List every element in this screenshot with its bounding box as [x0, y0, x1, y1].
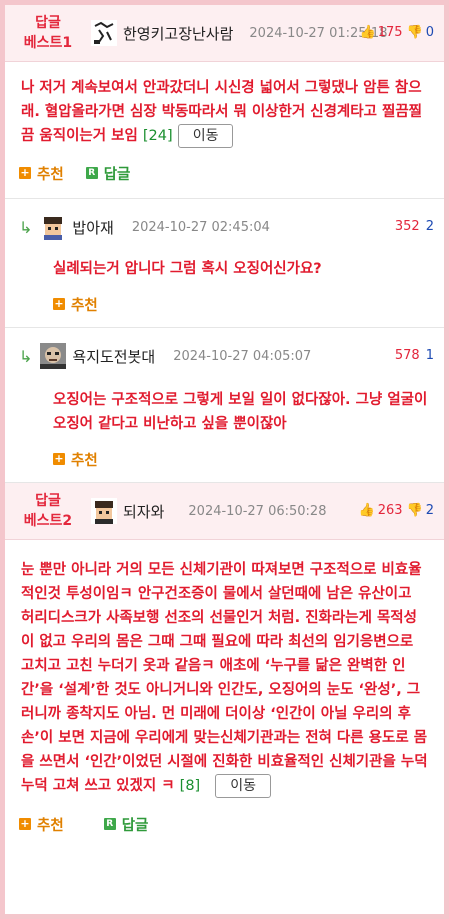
comment-body: 나 저거 계속보여서 안과갔더니 시신경 넓어서 그렇댔나 암튼 참으래. 혈압…	[5, 62, 444, 148]
recommend-button[interactable]: + 추천	[19, 814, 64, 835]
like-count: 175	[377, 25, 403, 40]
move-button[interactable]: 이동	[215, 774, 272, 798]
nickname[interactable]: 한영키고장난사람	[123, 23, 233, 44]
comments-panel: 답글 베스트1 한영키고장난사람 2024-10-27 01:25:18 👍 1…	[5, 5, 444, 914]
reply-label: 답글	[103, 166, 131, 183]
reply-header: ↳ 밥아재 2024-10-27 02:45:04 352 2	[5, 199, 444, 255]
reply-square-icon: R	[85, 167, 98, 179]
best-badge: 답글 베스트1	[5, 13, 91, 53]
dislike-count: 0	[425, 25, 434, 40]
thumbs-up-icon[interactable]: 👍	[360, 25, 376, 40]
vote-counts: 👍 175 👎 0	[360, 25, 434, 40]
best-badge-line2: 베스트2	[23, 513, 73, 529]
reply-actions: + 추천	[5, 281, 444, 327]
reply-square-icon: R	[103, 818, 116, 830]
like-count: 578	[394, 348, 420, 363]
comment-date: 2024-10-27 04:05:07	[173, 348, 312, 364]
avatar[interactable]	[91, 20, 117, 46]
comment-header: 답글 베스트1 한영키고장난사람 2024-10-27 01:25:18 👍 1…	[5, 5, 444, 62]
reply-button[interactable]: R 답글	[85, 163, 131, 184]
dislike-count: 2	[425, 219, 434, 234]
nickname[interactable]: 욕지도전봇대	[72, 346, 155, 367]
nickname[interactable]: 되자와	[123, 501, 164, 522]
comment-date: 2024-10-27 02:45:04	[131, 219, 270, 235]
reply-label: 답글	[121, 817, 149, 834]
comment-body: 눈 뿐만 아니라 거의 모든 신체기관이 따져보면 구조적으로 비효율적인것 투…	[5, 540, 444, 798]
reply-body: 오징어는 구조적으로 그렇게 보일 일이 없다잖아. 그냥 얼굴이 오징어 같다…	[53, 392, 428, 432]
reply-body: 실례되는거 압니다 그럼 혹시 오징어신가요?	[53, 261, 322, 277]
reply-header: ↳ 욕지도전봇대 2024-10-27 04:05:07 578 1	[5, 328, 444, 384]
recommend-label: 추천	[71, 297, 98, 314]
avatar[interactable]	[40, 343, 67, 369]
comment-actions: + 추천 R 답글	[5, 798, 444, 850]
vote-counts: 578 1	[393, 348, 434, 363]
plus-square-icon: +	[53, 297, 65, 310]
recommend-label: 추천	[37, 166, 64, 183]
plus-square-icon: +	[19, 166, 31, 179]
reply-count: [24]	[142, 128, 173, 144]
recommend-button[interactable]: + 추천	[53, 449, 98, 470]
best-badge: 답글 베스트2	[5, 491, 91, 531]
reply-arrow-icon: ↳	[19, 217, 33, 237]
dislike-count: 2	[425, 503, 434, 518]
thumbs-up-icon[interactable]: 👍	[359, 503, 375, 518]
reply-count: [8]	[179, 778, 201, 794]
best-badge-line1: 답글	[35, 493, 61, 509]
thumbs-down-icon[interactable]: 👎	[407, 25, 423, 40]
thumbs-down-icon[interactable]: 👎	[407, 503, 423, 518]
recommend-label: 추천	[71, 452, 98, 469]
recommend-button[interactable]: + 추천	[53, 294, 98, 315]
plus-square-icon: +	[19, 817, 31, 830]
like-count: 352	[394, 219, 420, 234]
plus-square-icon: +	[53, 452, 65, 465]
avatar[interactable]	[40, 214, 67, 240]
vote-counts: 👍 263 👎 2	[359, 503, 434, 518]
vote-counts: 352 2	[393, 219, 434, 234]
comment-header: 답글 베스트2 되자와 2024-10-27 06:50:28 👍 263 👎 …	[5, 483, 444, 540]
reply-actions: + 추천	[5, 436, 444, 482]
comment-text: 눈 뿐만 아니라 거의 모든 신체기관이 따져보면 구조적으로 비효율적인것 투…	[21, 562, 428, 794]
comment-date: 2024-10-27 06:50:28	[188, 503, 327, 519]
avatar[interactable]	[91, 498, 117, 524]
move-button[interactable]: 이동	[177, 124, 234, 148]
dislike-count: 1	[425, 348, 434, 363]
like-count: 263	[377, 503, 403, 518]
reply-arrow-icon: ↳	[19, 346, 33, 366]
reply-button[interactable]: R 답글	[103, 814, 149, 835]
recommend-label: 추천	[37, 817, 64, 834]
nickname[interactable]: 밥아재	[72, 217, 113, 238]
best-badge-line2: 베스트1	[23, 35, 73, 51]
recommend-button[interactable]: + 추천	[19, 163, 64, 184]
best-badge-line1: 답글	[35, 15, 61, 31]
comment-actions: + 추천 R 답글	[5, 148, 444, 198]
